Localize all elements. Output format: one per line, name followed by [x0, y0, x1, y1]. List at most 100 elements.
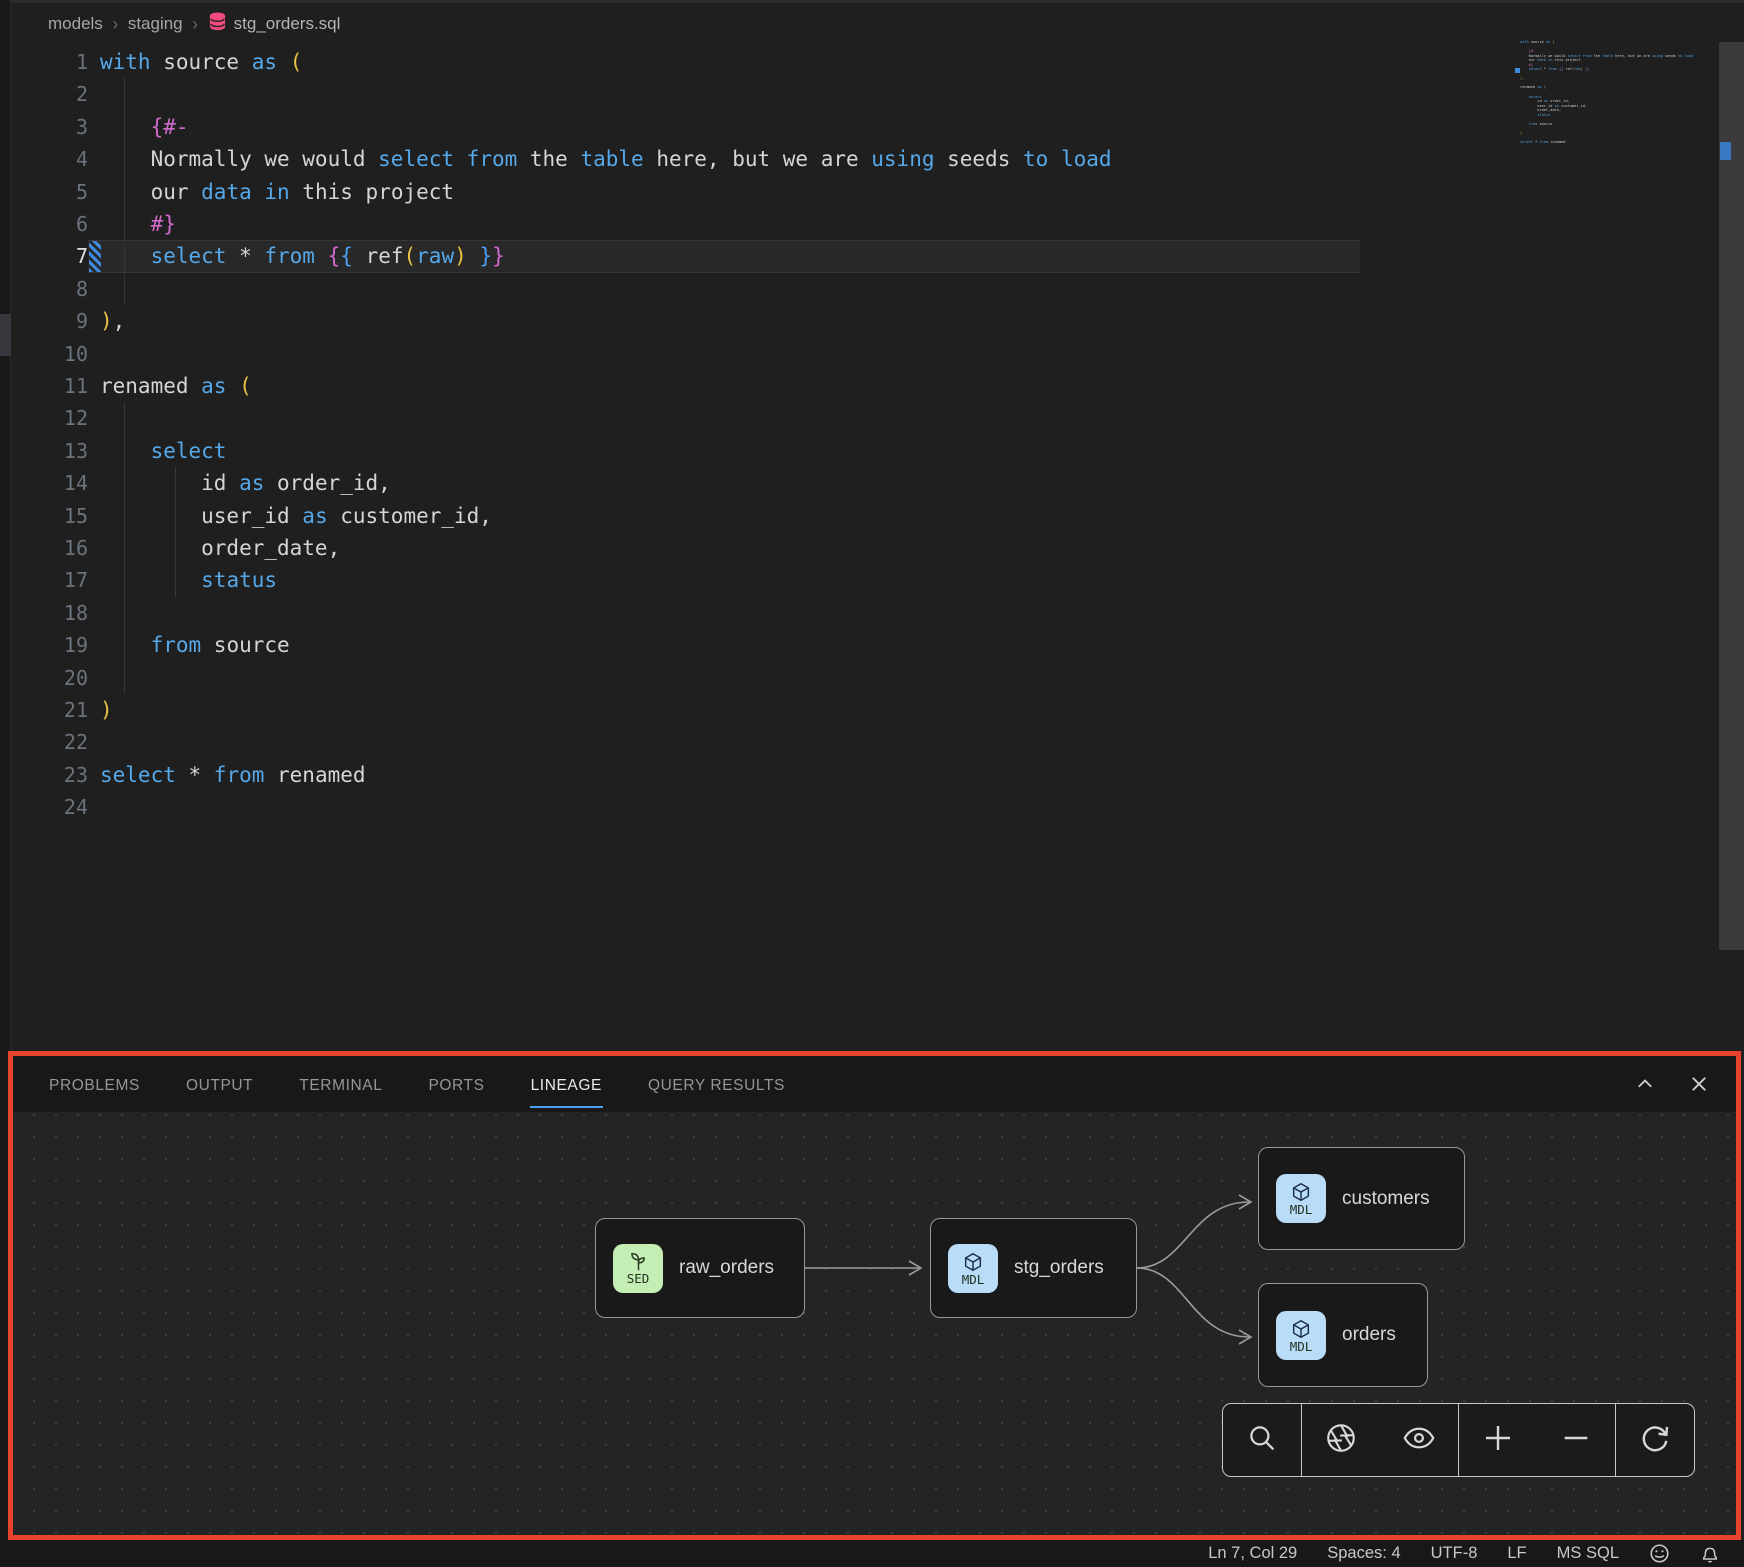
node-badge: MDL: [1276, 1311, 1326, 1360]
node-label: orders: [1342, 1324, 1396, 1346]
zoom-out-button[interactable]: [1537, 1404, 1615, 1476]
line-number: 18: [12, 597, 88, 629]
line-number: 24: [12, 791, 88, 823]
line-number: 1: [12, 46, 88, 78]
lineage-node-raw_orders[interactable]: SED raw_orders: [595, 1218, 805, 1318]
zoom-in-button[interactable]: [1459, 1404, 1537, 1476]
plus-icon: [1480, 1420, 1516, 1461]
code-line[interactable]: #}: [100, 208, 176, 240]
line-number: 15: [12, 500, 88, 532]
code-line[interactable]: our data in this project: [100, 176, 454, 208]
line-number: 5: [12, 176, 88, 208]
code-line[interactable]: from source: [100, 629, 290, 661]
panel-tab-output[interactable]: OUTPUT: [185, 1060, 254, 1109]
vertical-scrollbar[interactable]: [1719, 42, 1744, 950]
toolbar-group: [1459, 1404, 1616, 1476]
code-line[interactable]: ),: [100, 305, 125, 337]
cube-icon: [1290, 1318, 1312, 1340]
breadcrumb-segment[interactable]: staging: [128, 14, 183, 34]
line-number: 2: [12, 78, 88, 110]
line-number: 10: [12, 338, 88, 370]
status-cursor-position[interactable]: Ln 7, Col 29: [1208, 1544, 1297, 1563]
line-number: 4: [12, 143, 88, 175]
status-encoding[interactable]: UTF-8: [1431, 1544, 1478, 1563]
line-number: 21: [12, 694, 88, 726]
node-badge: MDL: [948, 1244, 998, 1293]
lineage-node-orders[interactable]: MDL orders: [1258, 1283, 1428, 1387]
refresh-icon: [1638, 1421, 1672, 1460]
node-label: raw_orders: [679, 1257, 774, 1279]
code-line[interactable]: select * from {{ ref(raw) }}: [100, 240, 505, 272]
code-line[interactable]: {#-: [100, 111, 189, 143]
search-icon: [1245, 1421, 1279, 1460]
overview-ruler-modified-marker: [1720, 142, 1731, 160]
node-label: stg_orders: [1014, 1257, 1104, 1279]
code-line[interactable]: select * from renamed: [100, 759, 366, 791]
bottom-panel: PROBLEMS OUTPUT TERMINAL PORTS LINEAGE QUERY …: [8, 1051, 1741, 1540]
lineage-node-stg_orders[interactable]: MDL stg_orders: [930, 1218, 1137, 1318]
breadcrumb-separator-icon: ›: [113, 13, 118, 34]
node-badge: SED: [613, 1244, 663, 1293]
line-number: 8: [12, 273, 88, 305]
code-line[interactable]: Normally we would select from the table …: [100, 143, 1112, 175]
panel-tab-bar: PROBLEMS OUTPUT TERMINAL PORTS LINEAGE QUERY …: [13, 1056, 1736, 1112]
toggle-visibility-button[interactable]: [1380, 1404, 1458, 1476]
code-line[interactable]: id as order_id,: [100, 467, 391, 499]
panel-actions: [1634, 1073, 1710, 1095]
code-line[interactable]: user_id as customer_id,: [100, 500, 492, 532]
toolbar-group: [1616, 1404, 1694, 1476]
breadcrumb-segment[interactable]: models: [48, 14, 103, 34]
breadcrumb-file[interactable]: stg_orders.sql: [208, 12, 341, 36]
panel-tab-query-results[interactable]: QUERY RESULTS: [647, 1060, 786, 1109]
panel-tab-terminal[interactable]: TERMINAL: [298, 1060, 383, 1109]
line-number: 13: [12, 435, 88, 467]
line-number: 16: [12, 532, 88, 564]
search-button[interactable]: [1223, 1404, 1301, 1476]
feedback-smiley-icon[interactable]: [1649, 1543, 1670, 1564]
chevron-up-icon[interactable]: [1634, 1073, 1656, 1095]
code-line[interactable]: select: [100, 435, 226, 467]
node-badge-label: SED: [627, 1272, 650, 1285]
lineage-canvas[interactable]: SEDraw_ordersMDLstg_ordersMDLcustomersMD…: [13, 1112, 1736, 1535]
line-number: 23: [12, 759, 88, 791]
node-badge: MDL: [1276, 1174, 1326, 1223]
minus-icon: [1558, 1420, 1594, 1461]
toolbar-group: [1223, 1404, 1302, 1476]
line-number: 9: [12, 305, 88, 337]
line-number: 3: [12, 111, 88, 143]
refresh-button[interactable]: [1616, 1404, 1694, 1476]
code-line[interactable]: with source as (: [100, 46, 302, 78]
line-number: 20: [12, 662, 88, 694]
line-number: 17: [12, 564, 88, 596]
node-badge-label: MDL: [1290, 1203, 1313, 1216]
minimap[interactable]: with source as ( {#- Normally we would s…: [1520, 40, 1716, 149]
aperture-icon: [1324, 1421, 1358, 1460]
focus-mode-button[interactable]: [1302, 1404, 1380, 1476]
line-number: 12: [12, 402, 88, 434]
panel-tab-problems[interactable]: PROBLEMS: [48, 1060, 141, 1109]
close-icon[interactable]: [1688, 1073, 1710, 1095]
line-number: 11: [12, 370, 88, 402]
toolbar-group: [1302, 1404, 1459, 1476]
status-indentation[interactable]: Spaces: 4: [1327, 1544, 1400, 1563]
panel-tab-lineage[interactable]: LINEAGE: [530, 1060, 603, 1109]
code-line[interactable]: ): [100, 694, 113, 726]
node-badge-label: MDL: [1290, 1340, 1313, 1353]
node-label: customers: [1342, 1188, 1430, 1210]
code-line[interactable]: renamed as (: [100, 370, 252, 402]
cube-icon: [1290, 1181, 1312, 1203]
code-line[interactable]: order_date,: [100, 532, 340, 564]
bell-icon[interactable]: [1700, 1544, 1720, 1564]
seed-icon: [628, 1251, 649, 1272]
minimap-modified-marker: [1515, 68, 1520, 73]
code-editor[interactable]: 1 with source as ( 23 {#- 4 Normally we wou…: [12, 34, 1744, 1051]
line-number: 19: [12, 629, 88, 661]
breadcrumb-file-name: stg_orders.sql: [234, 14, 341, 34]
status-language-mode[interactable]: MS SQL: [1557, 1544, 1619, 1563]
panel-tab-ports[interactable]: PORTS: [427, 1060, 485, 1109]
code-line[interactable]: status: [100, 564, 277, 596]
breadcrumb-separator-icon: ›: [193, 13, 198, 34]
lineage-node-customers[interactable]: MDL customers: [1258, 1147, 1465, 1250]
database-icon: [208, 12, 227, 36]
status-eol[interactable]: LF: [1507, 1544, 1526, 1563]
